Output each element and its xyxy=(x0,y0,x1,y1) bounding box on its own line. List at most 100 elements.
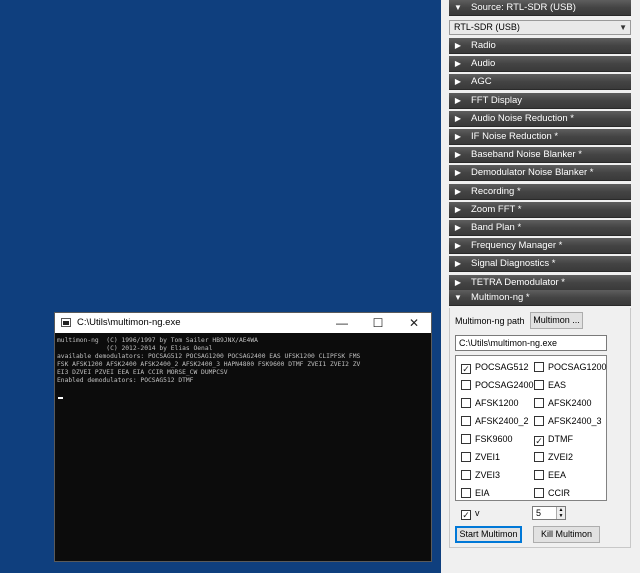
kill-multimon-button[interactable]: Kill Multimon xyxy=(533,526,600,543)
section-header[interactable]: ▶ Audio xyxy=(449,56,631,73)
multimon-path-label: Multimon-ng path xyxy=(455,316,525,326)
section-header-label: Demodulator Noise Blanker * xyxy=(471,167,594,179)
demodulator-list: ✓ POCSAG512 POCSAG1200 POCSAG2400 EAS AFSK120… xyxy=(455,355,607,501)
browse-multimon-button[interactable]: Multimon ... xyxy=(530,312,583,329)
demodulator-checkbox[interactable]: POCSAG1200 xyxy=(534,360,607,374)
checkbox-icon xyxy=(461,416,471,426)
start-multimon-button[interactable]: Start Multimon xyxy=(455,526,522,543)
demodulator-checkbox[interactable]: EEA xyxy=(534,468,566,482)
demodulator-checkbox[interactable]: ZVEI2 xyxy=(534,450,573,464)
plugin-panel: ▼ Source: RTL-SDR (USB) RTL-SDR (USB) ▼ … xyxy=(441,0,640,573)
section-header[interactable]: ▶ Signal Diagnostics * xyxy=(449,256,631,273)
section-header-label: IF Noise Reduction * xyxy=(471,131,559,142)
demodulator-checkbox[interactable]: ✓ POCSAG512 xyxy=(461,360,529,374)
console-title: C:\Utils\multimon-ng.exe xyxy=(77,317,181,328)
demodulator-label: FSK9600 xyxy=(475,434,513,444)
console-line: available demodulators: POCSAG512 POCSAG… xyxy=(57,353,361,360)
checkbox-icon xyxy=(534,488,544,498)
checkbox-icon xyxy=(534,470,544,480)
console-line: EI3 DZVEI PZVEI EEA EIA CCIR MORSE_CW DU… xyxy=(57,369,228,376)
source-header[interactable]: ▼ Source: RTL-SDR (USB) xyxy=(449,0,631,16)
verbose-label: v xyxy=(475,508,480,518)
checkbox-icon xyxy=(534,452,544,462)
section-header-label: Zoom FFT * xyxy=(471,203,522,215)
section-header[interactable]: ▶ Band Plan * xyxy=(449,220,631,236)
text-cursor xyxy=(58,397,63,399)
collapse-arrow-icon: ▶ xyxy=(454,95,462,105)
demodulator-checkbox[interactable]: AFSK2400_2 xyxy=(461,414,529,428)
console-line: FSK AFSK1200 AFSK2400 AFSK2400_2 AFSK240… xyxy=(57,361,361,368)
source-select[interactable]: RTL-SDR (USB) ▼ xyxy=(449,20,631,35)
collapse-arrow-icon: ▶ xyxy=(454,259,462,269)
section-header[interactable]: ▶ Radio xyxy=(449,38,631,54)
multimon-header-label: Multimon-ng * xyxy=(471,292,530,303)
section-header-label: Audio xyxy=(471,58,496,70)
demodulator-checkbox[interactable]: AFSK2400_3 xyxy=(534,414,602,428)
collapse-arrow-icon: ▶ xyxy=(454,277,462,287)
section-header-label: Signal Diagnostics * xyxy=(471,258,556,270)
section-header[interactable]: ▶ FFT Display xyxy=(449,92,631,109)
section-header-label: Band Plan * xyxy=(471,222,522,233)
section-header-label: Recording * xyxy=(471,185,521,197)
section-header[interactable]: ▶ IF Noise Reduction * xyxy=(449,129,631,145)
checkbox-icon: ✓ xyxy=(534,436,544,446)
multimon-header[interactable]: ▼ Multimon-ng * xyxy=(449,290,631,306)
demodulator-checkbox[interactable]: FSK9600 xyxy=(461,432,513,446)
demodulator-label: POCSAG2400 xyxy=(475,380,534,390)
section-header-label: AGC xyxy=(471,76,492,88)
demodulator-checkbox[interactable]: CCIR xyxy=(534,486,570,500)
console-titlebar[interactable]: C:\Utils\multimon-ng.exe — ☐ ✕ xyxy=(55,313,431,333)
demodulator-checkbox[interactable]: EAS xyxy=(534,378,566,392)
multimon-path-field[interactable]: C:\Utils\multimon-ng.exe xyxy=(455,335,607,351)
collapse-arrow-icon: ▶ xyxy=(454,150,462,160)
collapse-arrow-icon: ▶ xyxy=(454,204,462,214)
checkbox-icon xyxy=(534,380,544,390)
section-header[interactable]: ▶ Demodulator Noise Blanker * xyxy=(449,165,631,182)
collapse-arrow-icon: ▶ xyxy=(454,77,462,87)
checkbox-icon xyxy=(461,398,471,408)
demodulator-label: CCIR xyxy=(548,488,570,498)
section-header[interactable]: ▶ Frequency Manager * xyxy=(449,238,631,255)
checkbox-icon xyxy=(461,434,471,444)
section-header-label: Audio Noise Reduction * xyxy=(471,112,574,124)
section-header-label: Baseband Noise Blanker * xyxy=(471,149,582,161)
section-header[interactable]: ▶ Baseband Noise Blanker * xyxy=(449,147,631,164)
collapse-arrow-icon: ▶ xyxy=(454,132,462,141)
section-header-label: Radio xyxy=(471,40,496,51)
demodulator-checkbox[interactable]: POCSAG2400 xyxy=(461,378,534,392)
demodulator-label: AFSK2400 xyxy=(548,398,592,408)
collapse-arrow-icon: ▶ xyxy=(454,186,462,196)
demodulator-label: DTMF xyxy=(548,434,573,444)
demodulator-label: POCSAG1200 xyxy=(548,362,607,372)
demodulator-checkbox[interactable]: ZVEI3 xyxy=(461,468,500,482)
demodulator-checkbox[interactable]: ZVEI1 xyxy=(461,450,500,464)
console-line: Enabled demodulators: POCSAG512 DTMF xyxy=(57,377,194,384)
demodulator-label: POCSAG512 xyxy=(475,362,529,372)
section-header[interactable]: ▶ TETRA Demodulator * xyxy=(449,274,631,291)
collapse-arrow-icon: ▶ xyxy=(454,113,462,123)
verbose-checkbox[interactable]: ✓ v xyxy=(461,506,480,520)
demodulator-checkbox[interactable]: ✓ DTMF xyxy=(534,432,573,446)
demodulator-checkbox[interactable]: AFSK2400 xyxy=(534,396,592,410)
collapse-arrow-icon: ▶ xyxy=(454,223,462,232)
section-header[interactable]: ▶ AGC xyxy=(449,74,631,91)
verbose-level-spinner[interactable]: 5 ▲ ▼ xyxy=(532,506,566,520)
source-header-label: Source: RTL-SDR (USB) xyxy=(471,2,576,13)
checkbox-icon: ✓ xyxy=(461,364,471,374)
minimize-button[interactable]: — xyxy=(325,313,359,333)
checkbox-icon: ✓ xyxy=(461,510,471,520)
demodulator-label: AFSK2400_3 xyxy=(548,416,602,426)
demodulator-checkbox[interactable]: AFSK1200 xyxy=(461,396,519,410)
console-window: C:\Utils\multimon-ng.exe — ☐ ✕ multimon-… xyxy=(54,312,432,562)
spinner-arrows-icon[interactable]: ▲ ▼ xyxy=(556,507,565,519)
section-header[interactable]: ▶ Audio Noise Reduction * xyxy=(449,110,631,127)
checkbox-icon xyxy=(534,416,544,426)
close-button[interactable]: ✕ xyxy=(397,313,431,333)
demodulator-label: ZVEI1 xyxy=(475,452,501,462)
console-app-icon xyxy=(61,318,71,327)
section-header[interactable]: ▶ Zoom FFT * xyxy=(449,201,631,218)
section-header[interactable]: ▶ Recording * xyxy=(449,183,631,200)
maximize-button[interactable]: ☐ xyxy=(361,313,395,333)
expand-arrow-icon: ▼ xyxy=(454,293,462,302)
demodulator-checkbox[interactable]: EIA xyxy=(461,486,490,500)
